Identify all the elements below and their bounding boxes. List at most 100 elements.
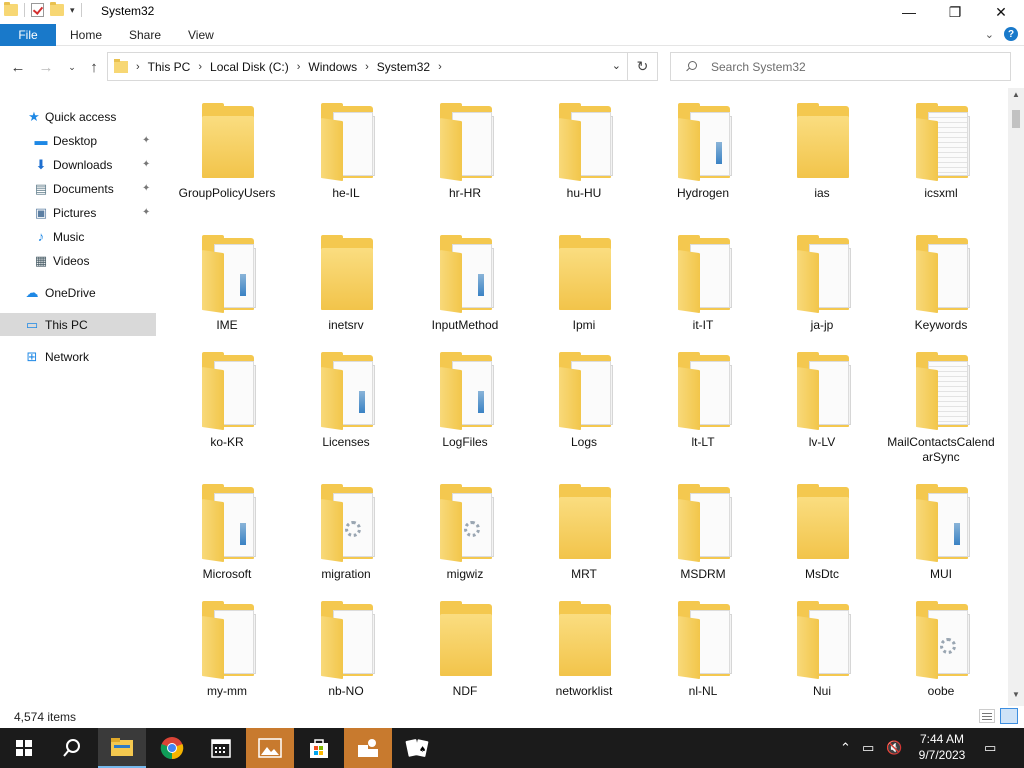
folder-item[interactable]: LogFiles (410, 347, 520, 467)
sidebar-item-network[interactable]: ⊞ Network (0, 345, 156, 368)
minimize-button[interactable]: — (886, 0, 932, 24)
folder-item[interactable]: InputMethod (410, 230, 520, 350)
scroll-down-arrow-icon[interactable]: ▼ (1012, 690, 1020, 699)
sidebar-item-desktop[interactable]: ▬ Desktop ✦ (0, 129, 156, 152)
sidebar-item-videos[interactable]: ▦ Videos (0, 249, 156, 272)
file-explorer-taskbar-button[interactable] (98, 728, 146, 768)
close-button[interactable]: ✕ (978, 0, 1024, 24)
tab-home[interactable]: Home (70, 28, 102, 42)
folder-item[interactable]: networklist (529, 596, 639, 704)
folder-item[interactable]: MRT (529, 479, 639, 599)
expand-ribbon-chevron-icon[interactable]: ⌄ (985, 28, 994, 41)
breadcrumb-separator[interactable]: › (198, 61, 202, 73)
folder-item[interactable]: MsDtc (767, 479, 877, 599)
folder-item[interactable]: he-IL (291, 98, 401, 218)
tab-file[interactable]: File (0, 24, 56, 46)
sidebar-item-documents[interactable]: ▤ Documents ✦ (0, 177, 156, 200)
folder-item[interactable]: oobe (886, 596, 996, 704)
app-taskbar-button[interactable] (344, 728, 392, 768)
sidebar-item-music[interactable]: ♪ Music (0, 225, 156, 248)
folder-item[interactable]: migration (291, 479, 401, 599)
folder-icon[interactable] (4, 2, 18, 16)
recent-locations-chevron-icon[interactable]: ⌄ (62, 57, 82, 77)
refresh-button[interactable]: ↻ (628, 52, 658, 81)
folder-name: InputMethod (431, 318, 499, 332)
folder-item[interactable]: MSDRM (648, 479, 758, 599)
folder-item[interactable]: hu-HU (529, 98, 639, 218)
calendar-taskbar-button[interactable] (197, 728, 245, 768)
breadcrumb-local-disk[interactable]: Local Disk (C:) (210, 60, 289, 74)
vertical-scrollbar[interactable]: ▲ ▼ (1008, 88, 1024, 706)
breadcrumb-this-pc[interactable]: This PC (148, 60, 191, 74)
scroll-up-arrow-icon[interactable]: ▲ (1012, 90, 1020, 99)
address-dropdown-chevron-icon[interactable]: ⌄ (612, 59, 621, 72)
photos-taskbar-button[interactable] (246, 728, 294, 768)
solitaire-taskbar-button[interactable]: ♠ (393, 728, 441, 768)
folder-name: MailContactsCalendarSync (887, 435, 995, 464)
back-button[interactable]: ← (8, 57, 28, 77)
address-bar[interactable]: › This PC › Local Disk (C:) › Windows › … (107, 52, 628, 81)
maximize-button[interactable]: ❐ (932, 0, 978, 24)
sidebar-item-pictures[interactable]: ▣ Pictures ✦ (0, 201, 156, 224)
volume-muted-icon[interactable]: 🔇 (886, 740, 902, 756)
folder-name: he-IL (332, 186, 360, 200)
store-taskbar-button[interactable] (295, 728, 343, 768)
folder-item[interactable]: ias (767, 98, 877, 218)
folder-item[interactable]: Keywords (886, 230, 996, 350)
customize-toolbar-chevron-icon[interactable]: ▾ (70, 5, 75, 16)
folder-item[interactable]: IME (172, 230, 282, 350)
breadcrumb-system32[interactable]: System32 (377, 60, 430, 74)
folder-item[interactable]: Microsoft (172, 479, 282, 599)
folder-item[interactable]: Licenses (291, 347, 401, 467)
properties-icon[interactable] (31, 3, 44, 17)
breadcrumb-windows[interactable]: Windows (308, 60, 357, 74)
folder-item[interactable]: it-IT (648, 230, 758, 350)
up-button[interactable]: ↑ (84, 57, 104, 77)
start-button[interactable] (0, 728, 48, 768)
breadcrumb-separator[interactable]: › (297, 61, 301, 73)
folder-item[interactable]: my-mm (172, 596, 282, 704)
large-icons-view-icon[interactable] (1000, 708, 1018, 724)
sidebar-item-label: Desktop (53, 133, 98, 148)
breadcrumb-separator[interactable]: › (438, 61, 442, 73)
folder-item[interactable]: ja-jp (767, 230, 877, 350)
tab-share[interactable]: Share (129, 28, 161, 42)
chrome-taskbar-button[interactable] (148, 728, 196, 768)
folder-item[interactable]: MUI (886, 479, 996, 599)
search-input[interactable]: Search System32 (670, 52, 1011, 81)
folder-item[interactable]: ko-KR (172, 347, 282, 467)
folder-item[interactable]: nb-NO (291, 596, 401, 704)
folder-item[interactable]: lv-LV (767, 347, 877, 467)
forward-button[interactable]: → (36, 57, 56, 77)
sidebar-item-this-pc[interactable]: ▭ This PC (0, 313, 156, 336)
sidebar-item-quick-access[interactable]: ★ Quick access (0, 105, 156, 128)
tab-view[interactable]: View (188, 28, 214, 42)
folder-item[interactable]: Hydrogen (648, 98, 758, 218)
sidebar-item-onedrive[interactable]: ☁ OneDrive (0, 281, 156, 304)
folder-item[interactable]: MailContactsCalendarSync (886, 347, 996, 467)
breadcrumb-separator[interactable]: › (365, 61, 369, 73)
notifications-icon[interactable]: ▭ (984, 740, 996, 756)
new-folder-icon[interactable] (50, 2, 64, 16)
folder-item[interactable]: inetsrv (291, 230, 401, 350)
folder-icon (672, 601, 736, 680)
folder-item[interactable]: Ipmi (529, 230, 639, 350)
breadcrumb-separator[interactable]: › (136, 61, 140, 73)
clock[interactable]: 7:44 AM 9/7/2023 (912, 731, 972, 763)
folder-item[interactable]: nl-NL (648, 596, 758, 704)
folder-item[interactable]: hr-HR (410, 98, 520, 218)
folder-item[interactable]: Logs (529, 347, 639, 467)
folder-item[interactable]: lt-LT (648, 347, 758, 467)
folder-item[interactable]: Nui (767, 596, 877, 704)
search-taskbar-button[interactable] (48, 728, 96, 768)
scrollbar-thumb[interactable] (1012, 110, 1020, 128)
folder-item[interactable]: migwiz (410, 479, 520, 599)
show-hidden-icons-chevron-icon[interactable]: ⌃ (840, 740, 851, 756)
details-view-icon[interactable] (979, 709, 995, 723)
network-status-icon[interactable]: ▭ (862, 740, 874, 756)
sidebar-item-downloads[interactable]: ⬇ Downloads ✦ (0, 153, 156, 176)
folder-item[interactable]: NDF (410, 596, 520, 704)
folder-item[interactable]: GroupPolicyUsers (172, 98, 282, 218)
folder-item[interactable]: icsxml (886, 98, 996, 218)
help-icon[interactable]: ? (1004, 27, 1018, 41)
